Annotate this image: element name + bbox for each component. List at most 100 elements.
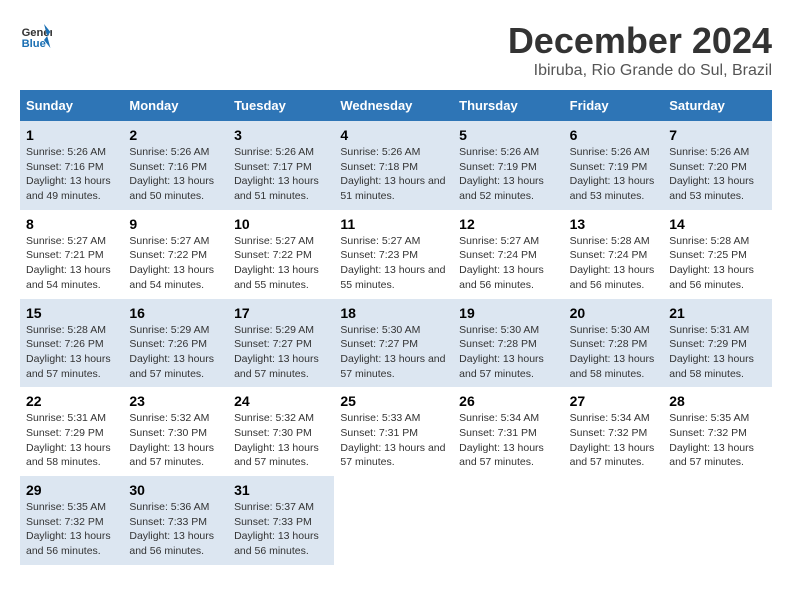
day-number: 16 bbox=[129, 305, 222, 321]
day-number: 26 bbox=[459, 393, 557, 409]
day-info: Sunrise: 5:31 AM Sunset: 7:29 PM Dayligh… bbox=[26, 411, 117, 470]
day-number: 6 bbox=[570, 127, 658, 143]
day-info: Sunrise: 5:27 AM Sunset: 7:22 PM Dayligh… bbox=[129, 234, 222, 293]
day-number: 14 bbox=[669, 216, 766, 232]
calendar-cell: 28Sunrise: 5:35 AM Sunset: 7:32 PM Dayli… bbox=[663, 387, 772, 476]
logo-icon: General Blue bbox=[20, 20, 52, 52]
day-info: Sunrise: 5:29 AM Sunset: 7:27 PM Dayligh… bbox=[234, 323, 328, 382]
svg-text:Blue: Blue bbox=[22, 38, 46, 50]
calendar-cell bbox=[564, 476, 664, 565]
day-info: Sunrise: 5:26 AM Sunset: 7:19 PM Dayligh… bbox=[570, 145, 658, 204]
day-info: Sunrise: 5:30 AM Sunset: 7:28 PM Dayligh… bbox=[459, 323, 557, 382]
calendar-cell bbox=[334, 476, 453, 565]
calendar-cell: 31 Sunrise: 5:37 AM Sunset: 7:33 PM Dayli… bbox=[228, 476, 334, 565]
day-number: 17 bbox=[234, 305, 328, 321]
day-number: 2 bbox=[129, 127, 222, 143]
calendar-cell: 8Sunrise: 5:27 AM Sunset: 7:21 PM Daylig… bbox=[20, 210, 123, 299]
day-number: 13 bbox=[570, 216, 658, 232]
header-thursday: Thursday bbox=[453, 90, 563, 121]
day-number: 30 bbox=[129, 482, 222, 498]
calendar-week-2: 8Sunrise: 5:27 AM Sunset: 7:21 PM Daylig… bbox=[20, 210, 772, 299]
calendar-cell: 26 Sunrise: 5:34 AM Sunset: 7:31 PM Dayli… bbox=[453, 387, 563, 476]
header: General Blue December 2024 Ibiruba, Rio … bbox=[20, 20, 772, 80]
day-info: Sunrise: 5:26 AM Sunset: 7:16 PM Dayligh… bbox=[129, 145, 222, 204]
header-wednesday: Wednesday bbox=[334, 90, 453, 121]
calendar-cell: 16 Sunrise: 5:29 AM Sunset: 7:26 PM Dayli… bbox=[123, 299, 228, 388]
header-tuesday: Tuesday bbox=[228, 90, 334, 121]
calendar-cell: 1 Sunrise: 5:26 AM Sunset: 7:16 PM Daylig… bbox=[20, 121, 123, 210]
day-number: 23 bbox=[129, 393, 222, 409]
day-number: 29 bbox=[26, 482, 117, 498]
day-info: Sunrise: 5:26 AM Sunset: 7:18 PM Dayligh… bbox=[340, 145, 447, 204]
day-number: 15 bbox=[26, 305, 117, 321]
calendar-cell: 12Sunrise: 5:27 AM Sunset: 7:24 PM Dayli… bbox=[453, 210, 563, 299]
day-number: 25 bbox=[340, 393, 447, 409]
calendar-cell: 27Sunrise: 5:34 AM Sunset: 7:32 PM Dayli… bbox=[564, 387, 664, 476]
day-number: 19 bbox=[459, 305, 557, 321]
calendar-cell: 23Sunrise: 5:32 AM Sunset: 7:30 PM Dayli… bbox=[123, 387, 228, 476]
day-info: Sunrise: 5:26 AM Sunset: 7:16 PM Dayligh… bbox=[26, 145, 117, 204]
calendar-cell: 30 Sunrise: 5:36 AM Sunset: 7:33 PM Dayli… bbox=[123, 476, 228, 565]
calendar-week-3: 15 Sunrise: 5:28 AM Sunset: 7:26 PM Dayli… bbox=[20, 299, 772, 388]
header-monday: Monday bbox=[123, 90, 228, 121]
header-saturday: Saturday bbox=[663, 90, 772, 121]
calendar-cell: 20 Sunrise: 5:30 AM Sunset: 7:28 PM Dayli… bbox=[564, 299, 664, 388]
day-info: Sunrise: 5:30 AM Sunset: 7:27 PM Dayligh… bbox=[340, 323, 447, 382]
calendar-cell: 24Sunrise: 5:32 AM Sunset: 7:30 PM Dayli… bbox=[228, 387, 334, 476]
calendar-cell: 7 Sunrise: 5:26 AM Sunset: 7:20 PM Daylig… bbox=[663, 121, 772, 210]
calendar-week-5: 29 Sunrise: 5:35 AM Sunset: 7:32 PM Dayli… bbox=[20, 476, 772, 565]
day-info: Sunrise: 5:28 AM Sunset: 7:24 PM Dayligh… bbox=[570, 234, 658, 293]
calendar-cell: 3 Sunrise: 5:26 AM Sunset: 7:17 PM Daylig… bbox=[228, 121, 334, 210]
day-number: 12 bbox=[459, 216, 557, 232]
day-number: 21 bbox=[669, 305, 766, 321]
calendar-cell bbox=[663, 476, 772, 565]
day-info: Sunrise: 5:28 AM Sunset: 7:25 PM Dayligh… bbox=[669, 234, 766, 293]
day-number: 20 bbox=[570, 305, 658, 321]
day-number: 4 bbox=[340, 127, 447, 143]
day-info: Sunrise: 5:26 AM Sunset: 7:20 PM Dayligh… bbox=[669, 145, 766, 204]
day-number: 31 bbox=[234, 482, 328, 498]
day-number: 1 bbox=[26, 127, 117, 143]
calendar-cell: 9 Sunrise: 5:27 AM Sunset: 7:22 PM Daylig… bbox=[123, 210, 228, 299]
day-info: Sunrise: 5:37 AM Sunset: 7:33 PM Dayligh… bbox=[234, 500, 328, 559]
logo: General Blue bbox=[20, 20, 52, 52]
day-info: Sunrise: 5:31 AM Sunset: 7:29 PM Dayligh… bbox=[669, 323, 766, 382]
day-info: Sunrise: 5:27 AM Sunset: 7:22 PM Dayligh… bbox=[234, 234, 328, 293]
day-info: Sunrise: 5:32 AM Sunset: 7:30 PM Dayligh… bbox=[234, 411, 328, 470]
calendar-cell: 22 Sunrise: 5:31 AM Sunset: 7:29 PM Dayli… bbox=[20, 387, 123, 476]
header-friday: Friday bbox=[564, 90, 664, 121]
calendar-cell: 18 Sunrise: 5:30 AM Sunset: 7:27 PM Dayli… bbox=[334, 299, 453, 388]
calendar-cell: 15 Sunrise: 5:28 AM Sunset: 7:26 PM Dayli… bbox=[20, 299, 123, 388]
day-info: Sunrise: 5:35 AM Sunset: 7:32 PM Dayligh… bbox=[669, 411, 766, 470]
calendar-cell: 6 Sunrise: 5:26 AM Sunset: 7:19 PM Daylig… bbox=[564, 121, 664, 210]
day-info: Sunrise: 5:33 AM Sunset: 7:31 PM Dayligh… bbox=[340, 411, 447, 470]
day-info: Sunrise: 5:29 AM Sunset: 7:26 PM Dayligh… bbox=[129, 323, 222, 382]
day-info: Sunrise: 5:26 AM Sunset: 7:17 PM Dayligh… bbox=[234, 145, 328, 204]
calendar-cell bbox=[453, 476, 563, 565]
calendar-cell: 11Sunrise: 5:27 AM Sunset: 7:23 PM Dayli… bbox=[334, 210, 453, 299]
day-number: 7 bbox=[669, 127, 766, 143]
calendar-cell: 21 Sunrise: 5:31 AM Sunset: 7:29 PM Dayli… bbox=[663, 299, 772, 388]
day-info: Sunrise: 5:36 AM Sunset: 7:33 PM Dayligh… bbox=[129, 500, 222, 559]
day-number: 9 bbox=[129, 216, 222, 232]
header-sunday: Sunday bbox=[20, 90, 123, 121]
day-number: 22 bbox=[26, 393, 117, 409]
calendar-cell: 19 Sunrise: 5:30 AM Sunset: 7:28 PM Dayli… bbox=[453, 299, 563, 388]
calendar-cell: 25 Sunrise: 5:33 AM Sunset: 7:31 PM Dayli… bbox=[334, 387, 453, 476]
calendar-cell: 4 Sunrise: 5:26 AM Sunset: 7:18 PM Daylig… bbox=[334, 121, 453, 210]
day-number: 3 bbox=[234, 127, 328, 143]
main-title: December 2024 bbox=[508, 20, 772, 62]
calendar-cell: 5Sunrise: 5:26 AM Sunset: 7:19 PM Daylig… bbox=[453, 121, 563, 210]
day-number: 5 bbox=[459, 127, 557, 143]
calendar-table: SundayMondayTuesdayWednesdayThursdayFrid… bbox=[20, 90, 772, 565]
day-info: Sunrise: 5:27 AM Sunset: 7:23 PM Dayligh… bbox=[340, 234, 447, 293]
calendar-cell: 14 Sunrise: 5:28 AM Sunset: 7:25 PM Dayli… bbox=[663, 210, 772, 299]
day-info: Sunrise: 5:28 AM Sunset: 7:26 PM Dayligh… bbox=[26, 323, 117, 382]
day-info: Sunrise: 5:34 AM Sunset: 7:31 PM Dayligh… bbox=[459, 411, 557, 470]
day-info: Sunrise: 5:35 AM Sunset: 7:32 PM Dayligh… bbox=[26, 500, 117, 559]
calendar-week-1: 1 Sunrise: 5:26 AM Sunset: 7:16 PM Daylig… bbox=[20, 121, 772, 210]
subtitle: Ibiruba, Rio Grande do Sul, Brazil bbox=[508, 62, 772, 80]
day-number: 18 bbox=[340, 305, 447, 321]
day-info: Sunrise: 5:30 AM Sunset: 7:28 PM Dayligh… bbox=[570, 323, 658, 382]
day-number: 10 bbox=[234, 216, 328, 232]
